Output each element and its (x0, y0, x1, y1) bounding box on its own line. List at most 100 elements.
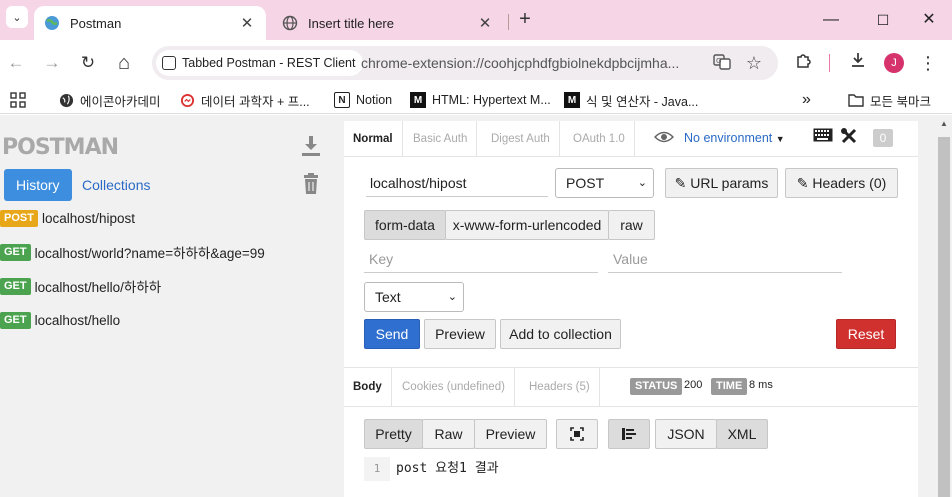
history-item[interactable]: GET localhost/hello/하하하 (0, 275, 161, 297)
add-to-collection-button[interactable]: Add to collection (500, 319, 621, 349)
headers-button[interactable]: ✎ Headers (0) (785, 168, 898, 198)
method-badge: GET (0, 277, 31, 295)
bookmark-item[interactable]: N Notion (334, 90, 392, 110)
caret-down-icon: ▼ (775, 134, 785, 144)
value-input[interactable]: Value (608, 247, 842, 273)
format-json-button[interactable]: JSON (655, 419, 717, 449)
wrap-lines-icon[interactable] (608, 419, 650, 449)
environment-select[interactable]: No environment ▼ (684, 131, 785, 145)
bookmark-item[interactable]: M 식 및 연산자 - Java... (564, 90, 698, 110)
tab-title: Insert title here (308, 15, 394, 31)
mdn-icon: M (564, 92, 580, 108)
scrollbar-thumb[interactable] (938, 137, 950, 497)
url-text[interactable]: chrome-extension://coohjcphdfgbiolnekdpb… (361, 55, 679, 71)
tab-collections[interactable]: Collections (70, 169, 162, 201)
close-tab-icon[interactable]: ✕ (476, 14, 494, 32)
view-preview-button[interactable]: Preview (474, 419, 547, 449)
bookmark-item[interactable]: 에이콘아카데미 (58, 90, 161, 110)
response-body-text: post 요청1 결과 (396, 461, 499, 476)
bookmark-label: 데이터 과학자 + 프... (201, 94, 310, 109)
reload-button[interactable]: ↻ (76, 51, 100, 75)
trash-icon[interactable] (300, 173, 322, 197)
url-input[interactable]: localhost/hipost (366, 171, 548, 197)
keyboard-icon[interactable] (813, 127, 833, 147)
tab-oauth[interactable]: OAuth 1.0 (564, 121, 635, 157)
format-xml-button[interactable]: XML (716, 419, 768, 449)
translate-icon[interactable]: G (712, 53, 732, 73)
profile-avatar[interactable]: J (884, 53, 904, 73)
tab-basic-auth[interactable]: Basic Auth (404, 121, 478, 157)
body-type-raw[interactable]: raw (608, 210, 655, 240)
postman-logo: POSTMAN (2, 135, 119, 160)
view-raw-button[interactable]: Raw (422, 419, 475, 449)
tools-icon[interactable] (840, 127, 858, 150)
home-button[interactable]: ⌂ (112, 51, 136, 75)
field-type-value: Text (375, 289, 401, 305)
bookmark-star-icon[interactable]: ☆ (744, 53, 764, 73)
back-button[interactable]: ← (4, 51, 28, 75)
page-scrollbar[interactable]: ▲ (936, 115, 952, 497)
tab-history[interactable]: History (4, 169, 72, 201)
eye-icon (653, 130, 675, 148)
download-icon[interactable] (300, 135, 322, 159)
tab-digest-auth[interactable]: Digest Auth (482, 121, 560, 157)
kebab-menu-icon[interactable]: ⋮ (916, 51, 940, 75)
url-params-label: URL params (690, 175, 769, 191)
close-window-button[interactable]: ✕ (914, 8, 944, 32)
svg-text:G: G (716, 57, 721, 65)
tab-separator (508, 14, 509, 30)
key-input[interactable]: Key (364, 247, 598, 273)
history-item[interactable]: GET localhost/hello (0, 309, 120, 331)
minimize-button[interactable]: — (816, 8, 846, 32)
scroll-up-icon[interactable]: ▲ (936, 119, 952, 128)
folder-icon (848, 92, 864, 108)
forward-button[interactable]: → (40, 51, 64, 75)
tab-title: Postman (70, 15, 122, 31)
history-item[interactable]: GET localhost/world?name=하하하&age=99 (0, 241, 265, 263)
bookmark-label: 에이콘아카데미 (80, 94, 161, 109)
field-type-select[interactable]: Text ⌄ (364, 282, 464, 312)
all-bookmarks-folder[interactable]: 모든 북마크 (848, 90, 931, 110)
browser-tabstrip: ⌄ Postman ✕ Insert title here ✕ + — ☐ ✕ (0, 0, 952, 40)
globe-icon (58, 92, 74, 108)
method-badge: GET (0, 243, 31, 261)
address-bar[interactable]: Tabbed Postman - REST Client chrome-exte… (152, 46, 778, 80)
method-select[interactable]: POST ⌄ (555, 168, 654, 198)
body-type-urlencoded[interactable]: x-www-form-urlencoded (445, 210, 609, 240)
url-params-button[interactable]: ✎ URL params (665, 168, 778, 198)
preview-button[interactable]: Preview (424, 319, 496, 349)
close-tab-icon[interactable]: ✕ (238, 14, 256, 32)
send-button[interactable]: Send (364, 319, 420, 349)
tab-normal[interactable]: Normal (344, 121, 403, 157)
bookmark-item[interactable]: 데이터 과학자 + 프... (179, 90, 310, 110)
history-item[interactable]: POST localhost/hipost (0, 207, 135, 229)
body-type-form-data[interactable]: form-data (364, 210, 446, 240)
bookmarks-overflow-button[interactable]: » (802, 90, 811, 110)
download-icon[interactable] (846, 51, 870, 75)
tab-response-headers[interactable]: Headers (5) (520, 368, 600, 406)
apps-grid-icon[interactable] (10, 90, 26, 110)
status-value: 200 (684, 379, 703, 391)
sidebar: POSTMAN History Collections POST localho… (0, 115, 344, 497)
response-tabs-bar: Body Cookies (undefined) Headers (5) STA… (344, 367, 918, 407)
time-value: 8 ms (749, 379, 773, 391)
tab-response-body[interactable]: Body (344, 368, 392, 406)
notification-counter[interactable]: 0 (873, 129, 893, 147)
tab-search-chevron-icon[interactable]: ⌄ (6, 6, 28, 28)
fullscreen-icon[interactable] (556, 419, 598, 449)
browser-tab-postman[interactable]: Postman ✕ (34, 6, 266, 40)
view-pretty-button[interactable]: Pretty (364, 419, 423, 449)
bookmark-item[interactable]: M HTML: Hypertext M... (410, 90, 551, 110)
extensions-puzzle-icon[interactable] (792, 51, 816, 75)
globe-icon (282, 15, 298, 31)
time-label: TIME (711, 378, 748, 395)
reset-button[interactable]: Reset (836, 319, 896, 349)
browser-tab-insert-title[interactable]: Insert title here ✕ (272, 6, 504, 40)
history-url: localhost/hello/하하하 (34, 280, 162, 295)
line-number: 1 (364, 457, 390, 481)
maximize-button[interactable]: ☐ (868, 8, 898, 32)
tab-response-cookies[interactable]: Cookies (undefined) (393, 368, 515, 406)
new-tab-button[interactable]: + (514, 8, 536, 30)
extension-chip[interactable]: Tabbed Postman - REST Client (156, 50, 364, 76)
method-badge: GET (0, 311, 31, 329)
